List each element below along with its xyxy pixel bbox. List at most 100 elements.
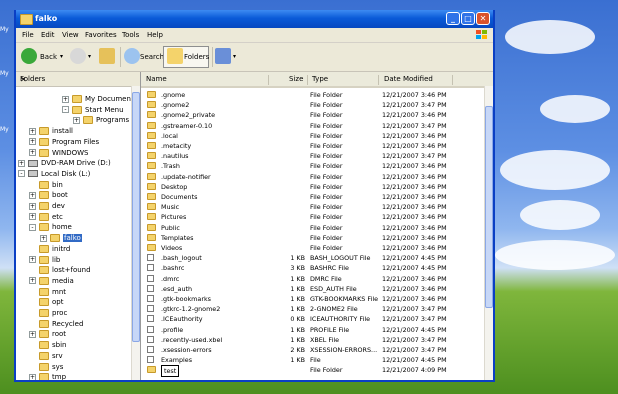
search-icon[interactable]	[124, 48, 140, 64]
close-icon[interactable]: ✕	[20, 75, 137, 84]
tree-scrollbar[interactable]	[131, 86, 140, 380]
tree-item[interactable]: + root	[29, 329, 66, 340]
collapse-icon[interactable]: -	[29, 223, 36, 231]
menu-view[interactable]: View	[62, 31, 79, 39]
collapse-icon[interactable]: -	[18, 170, 25, 178]
tree-item[interactable]: srv	[29, 351, 63, 362]
scrollbar-thumb[interactable]	[485, 106, 493, 308]
folders-icon[interactable]	[167, 48, 183, 64]
file-row[interactable]: .recently-used.xbel 1 KB XBEL File 12/21/20…	[141, 335, 485, 345]
search-button[interactable]: Search	[140, 47, 164, 67]
collapse-icon[interactable]: -	[62, 106, 69, 114]
tree-item[interactable]: proc	[29, 308, 67, 319]
expand-icon[interactable]: +	[29, 256, 36, 263]
back-dropdown-icon[interactable]: ▾	[60, 47, 63, 67]
file-row[interactable]: .metacity File Folder 12/21/2007 3:46 PM	[141, 141, 485, 151]
file-row[interactable]: .gstreamer-0.10 File Folder 12/21/2007 3:4…	[141, 121, 485, 131]
expand-icon[interactable]: +	[29, 191, 36, 199]
tree-item[interactable]: - Start Menu	[62, 105, 124, 116]
expand-icon[interactable]: +	[73, 116, 80, 124]
tree-item[interactable]: + tmp	[29, 372, 66, 380]
file-row[interactable]: .esd_auth 1 KB ESD_AUTH File 12/21/2007 3:4…	[141, 284, 485, 294]
file-row[interactable]: .gnome2 File Folder 12/21/2007 3:47 PM	[141, 100, 485, 110]
file-row[interactable]: .profile 1 KB PROFILE File 12/21/2007 4:45 …	[141, 325, 485, 335]
expand-icon[interactable]: +	[29, 127, 36, 135]
expand-icon[interactable]: +	[29, 202, 36, 210]
file-row[interactable]: .gtkrc-1.2-gnome2 1 KB 2-GNOME2 File 12/21/…	[141, 304, 485, 314]
file-row[interactable]: .gnome File Folder 12/21/2007 3:46 PM	[141, 90, 485, 100]
back-arrow-icon[interactable]	[21, 48, 37, 64]
back-button[interactable]: Back	[40, 47, 57, 67]
forward-dropdown-icon[interactable]: ▾	[88, 47, 91, 67]
expand-icon[interactable]: +	[29, 213, 36, 221]
tree-item[interactable]: lost+found	[29, 265, 91, 276]
expand-icon[interactable]: +	[40, 234, 47, 242]
file-row[interactable]: .dmrc 1 KB DMRC File 12/21/2007 3:46 PM	[141, 274, 485, 284]
file-row[interactable]: .bashrc 3 KB BASHRC File 12/21/2007 4:45 PM	[141, 263, 485, 273]
views-icon[interactable]	[215, 48, 231, 64]
folders-button[interactable]: Folders	[184, 47, 209, 67]
file-row[interactable]: Public File Folder 12/21/2007 3:46 PM	[141, 223, 485, 233]
tree-item[interactable]: + My Documents	[62, 94, 137, 105]
file-row[interactable]: test File Folder 12/21/2007 4:09 PM	[141, 365, 485, 378]
file-row[interactable]: Examples 1 KB File 12/21/2007 4:45 PM	[141, 355, 485, 365]
scrollbar-thumb[interactable]	[132, 92, 140, 342]
expand-icon[interactable]: +	[29, 138, 36, 146]
forward-arrow-icon[interactable]	[70, 48, 86, 64]
tree-item[interactable]: + etc	[29, 212, 63, 223]
column-name[interactable]: Name	[146, 75, 167, 83]
column-size[interactable]: Size	[289, 75, 303, 83]
expand-icon[interactable]: +	[18, 159, 25, 167]
file-row[interactable]: Documents File Folder 12/21/2007 3:46 PM	[141, 192, 485, 202]
tree-item[interactable]: Recycled	[29, 319, 83, 330]
file-row[interactable]: .local File Folder 12/21/2007 3:46 PM	[141, 131, 485, 141]
expand-icon[interactable]: +	[29, 277, 36, 285]
menu-tools[interactable]: Tools	[122, 31, 139, 39]
file-row[interactable]: .gnome2_private File Folder 12/21/2007 3:4…	[141, 110, 485, 120]
menu-file[interactable]: File	[22, 31, 34, 39]
expand-icon[interactable]: +	[29, 330, 36, 338]
file-row[interactable]: .update-notifier File Folder 12/21/2007 3:…	[141, 172, 485, 182]
tree-item[interactable]: + Program Files	[29, 137, 99, 148]
file-row[interactable]: .Trash File Folder 12/21/2007 3:46 PM	[141, 161, 485, 171]
tree-item[interactable]: opt	[29, 297, 63, 308]
close-button[interactable]: ✕	[476, 12, 490, 25]
tree-item[interactable]: - Local Disk (L:)	[18, 169, 90, 180]
file-row[interactable]: .xsession-errors 2 KB XSESSION-ERRORS... 12…	[141, 345, 485, 355]
tree-item[interactable]: + dev	[29, 201, 65, 212]
file-row[interactable]: Desktop File Folder 12/21/2007 3:46 PM	[141, 182, 485, 192]
desktop-icon-label[interactable]: My	[0, 126, 9, 133]
menu-favorites[interactable]: Favorites	[85, 31, 117, 39]
rename-input[interactable]: test	[161, 365, 180, 378]
file-row[interactable]: .ICEauthority 0 KB ICEAUTHORITY File 12/21/…	[141, 314, 485, 324]
file-row[interactable]: .bash_logout 1 KB BASH_LOGOUT File 12/21/20…	[141, 253, 485, 263]
title-bar[interactable]: falko _ □ ✕	[16, 10, 493, 28]
up-folder-icon[interactable]	[99, 48, 115, 64]
file-row[interactable]: .nautilus File Folder 12/21/2007 3:47 PM	[141, 151, 485, 161]
minimize-button[interactable]: _	[446, 12, 460, 25]
tree-item[interactable]: + media	[29, 276, 74, 287]
expand-icon[interactable]: +	[29, 149, 36, 156]
file-row[interactable]: Music File Folder 12/21/2007 3:46 PM	[141, 202, 485, 212]
file-row[interactable]: .gtk-bookmarks 1 KB GTK-BOOKMARKS File 12/2…	[141, 294, 485, 304]
tree-item[interactable]: + WINDOWS	[29, 148, 89, 159]
file-row[interactable]: Pictures File Folder 12/21/2007 3:46 PM	[141, 212, 485, 222]
views-dropdown-icon[interactable]: ▾	[233, 47, 236, 67]
column-type[interactable]: Type	[312, 75, 328, 83]
column-date-modified[interactable]: Date Modified	[384, 75, 433, 83]
tree-item[interactable]: + DVD-RAM Drive (D:)	[18, 158, 111, 169]
tree-item[interactable]: bin	[29, 180, 63, 191]
file-list-scrollbar[interactable]	[484, 86, 493, 380]
tree-item[interactable]: sbin	[29, 340, 66, 351]
column-divider[interactable]	[452, 75, 453, 85]
file-row[interactable]: Templates File Folder 12/21/2007 3:46 PM	[141, 233, 485, 243]
tree-item[interactable]: + install	[29, 126, 73, 137]
menu-edit[interactable]: Edit	[41, 31, 55, 39]
desktop-icon-label[interactable]: My	[0, 70, 9, 77]
tree-item[interactable]: + Programs	[73, 115, 129, 126]
file-row[interactable]: Videos File Folder 12/21/2007 3:46 PM	[141, 243, 485, 253]
tree-item[interactable]: mnt	[29, 287, 66, 298]
tree-item[interactable]: initrd	[29, 244, 70, 255]
column-divider[interactable]	[268, 75, 269, 85]
menu-help[interactable]: Help	[147, 31, 163, 39]
